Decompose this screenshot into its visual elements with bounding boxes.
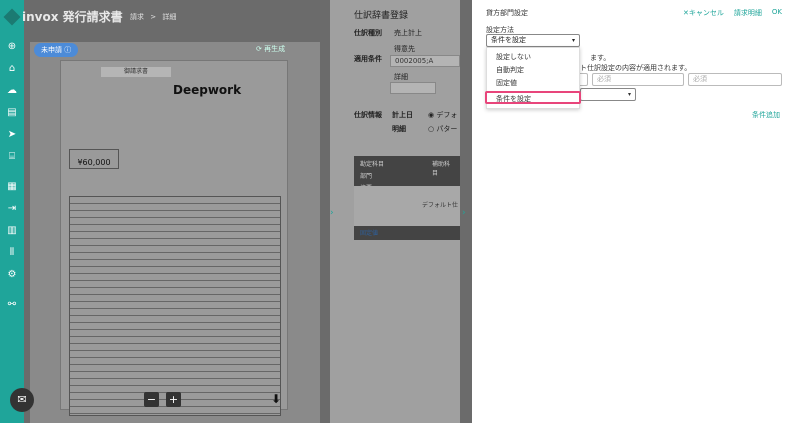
home-icon[interactable]: ⌂ [5, 62, 19, 76]
journal-type-value: 売上計上 [394, 29, 422, 37]
gear-icon[interactable]: ⚙ [5, 268, 19, 282]
default-journal-cell: デフォルト仕 [354, 186, 460, 226]
department-select[interactable]: ▾ [580, 88, 636, 101]
add-icon[interactable]: ⊕ [5, 40, 19, 54]
method-dropdown-menu: 設定しない 自動判定 固定値 条件を設定 [485, 47, 581, 109]
company-logo: Deepwork [173, 83, 242, 97]
detail-label: 詳細 [394, 73, 408, 81]
bank-icon[interactable]: ⌸ [5, 150, 19, 164]
journal-dictionary-panel: 仕訳辞書登録 仕訳種別 売上計上 適用条件 得意先 0002005;A 詳細 仕… [330, 0, 460, 423]
journal-info-label: 仕訳情報 [354, 111, 382, 119]
ok-button[interactable]: OK [772, 8, 782, 18]
app-title: invox 発行請求書 [22, 10, 123, 24]
logo-icon [3, 8, 21, 25]
note-line-1: ます。 [590, 54, 611, 62]
table-header-sub-account: 補助科目 [432, 161, 451, 177]
date-option-label: デフォ [436, 111, 458, 119]
option-none[interactable]: 設定しない [487, 51, 579, 64]
invoice-amount: ¥60,000 [69, 149, 119, 169]
detail-select[interactable] [390, 82, 436, 94]
required-input-1[interactable]: 必須 [592, 73, 684, 86]
download-icon[interactable]: ⬇ [271, 392, 281, 406]
sidebar-rail: ⊕ ⌂ ☁ ▤ ➤ ⌸ ▦ ⇥ ▥ ⫴ ⚙ ⚯ [0, 0, 24, 423]
customer-label: 得意先 [394, 45, 415, 53]
breadcrumb-separator: > [150, 13, 157, 21]
chevron-down-icon: ▾ [571, 37, 575, 44]
breadcrumb-detail: 詳細 [162, 13, 177, 21]
send-icon[interactable]: ➤ [5, 128, 19, 142]
method-select-value: 条件を設定 [491, 36, 526, 44]
breadcrumb-invoice[interactable]: 請求 [130, 13, 144, 21]
panel-actions: ✕キャンセル 請求明細 OK [683, 8, 782, 18]
journal-type-label: 仕訳種別 [354, 29, 382, 37]
chart-icon[interactable]: ⫴ [5, 246, 19, 260]
chevron-right-icon[interactable]: › [330, 208, 334, 218]
document-icon[interactable]: ▤ [5, 106, 19, 120]
building-icon[interactable]: ▦ [5, 180, 19, 194]
date-label: 計上日 [392, 111, 413, 119]
condition-label: 適用条件 [354, 55, 382, 63]
zoom-in-button[interactable]: + [166, 392, 181, 407]
report-icon[interactable]: ▥ [5, 224, 19, 238]
invoice-line-table [69, 196, 281, 416]
regenerate-label: 再生成 [264, 45, 286, 53]
required-input-2[interactable]: 必須 [688, 73, 782, 86]
line-option-label: パター [436, 125, 458, 133]
status-badge: 未申請 ⓘ [34, 43, 79, 57]
zoom-out-button[interactable]: − [144, 392, 159, 407]
line-label: 明細 [392, 125, 406, 133]
line-option[interactable]: ○ パター [428, 124, 457, 134]
invoice-preview: 御請求書 Deepwork ¥60,000 [60, 60, 288, 416]
app-logo[interactable]: invox 発行請求書 [3, 8, 123, 25]
cloud-upload-icon[interactable]: ☁ [5, 84, 19, 98]
status-badge-label: 未申請 [41, 46, 62, 54]
date-option[interactable]: ◉ デフォ [428, 110, 457, 120]
fixed-value-link[interactable]: 固定値 [360, 228, 378, 237]
option-fixed[interactable]: 固定値 [487, 77, 579, 90]
option-auto[interactable]: 自動判定 [487, 64, 579, 77]
customer-input[interactable]: 0002005;A [390, 55, 460, 67]
panel-title: 仕訳辞書登録 [354, 11, 409, 21]
note-line-2: ォルト仕訳設定の内容が適用されます。 [566, 64, 692, 72]
method-select[interactable]: 条件を設定 ▾ [486, 34, 580, 47]
chat-icon[interactable]: ✉ [10, 388, 34, 412]
invoice-title: 御請求書 [101, 67, 171, 77]
invoice-detail-button[interactable]: 請求明細 [734, 8, 762, 18]
cancel-button[interactable]: ✕キャンセル [683, 8, 724, 18]
chevron-right-icon-2[interactable]: › [462, 208, 466, 218]
chevron-down-icon-2: ▾ [627, 91, 631, 98]
add-condition-button[interactable]: 条件追加 [752, 110, 780, 120]
network-icon[interactable]: ⚯ [5, 298, 19, 312]
settings-title: 貸方部門設定 [486, 9, 528, 17]
cancel-label: キャンセル [688, 9, 724, 17]
breadcrumb: 請求 > 詳細 [130, 12, 176, 22]
option-condition[interactable]: 条件を設定 [485, 91, 581, 104]
regenerate-button[interactable]: ⟳ 再生成 [256, 44, 285, 54]
export-icon[interactable]: ⇥ [5, 202, 19, 216]
